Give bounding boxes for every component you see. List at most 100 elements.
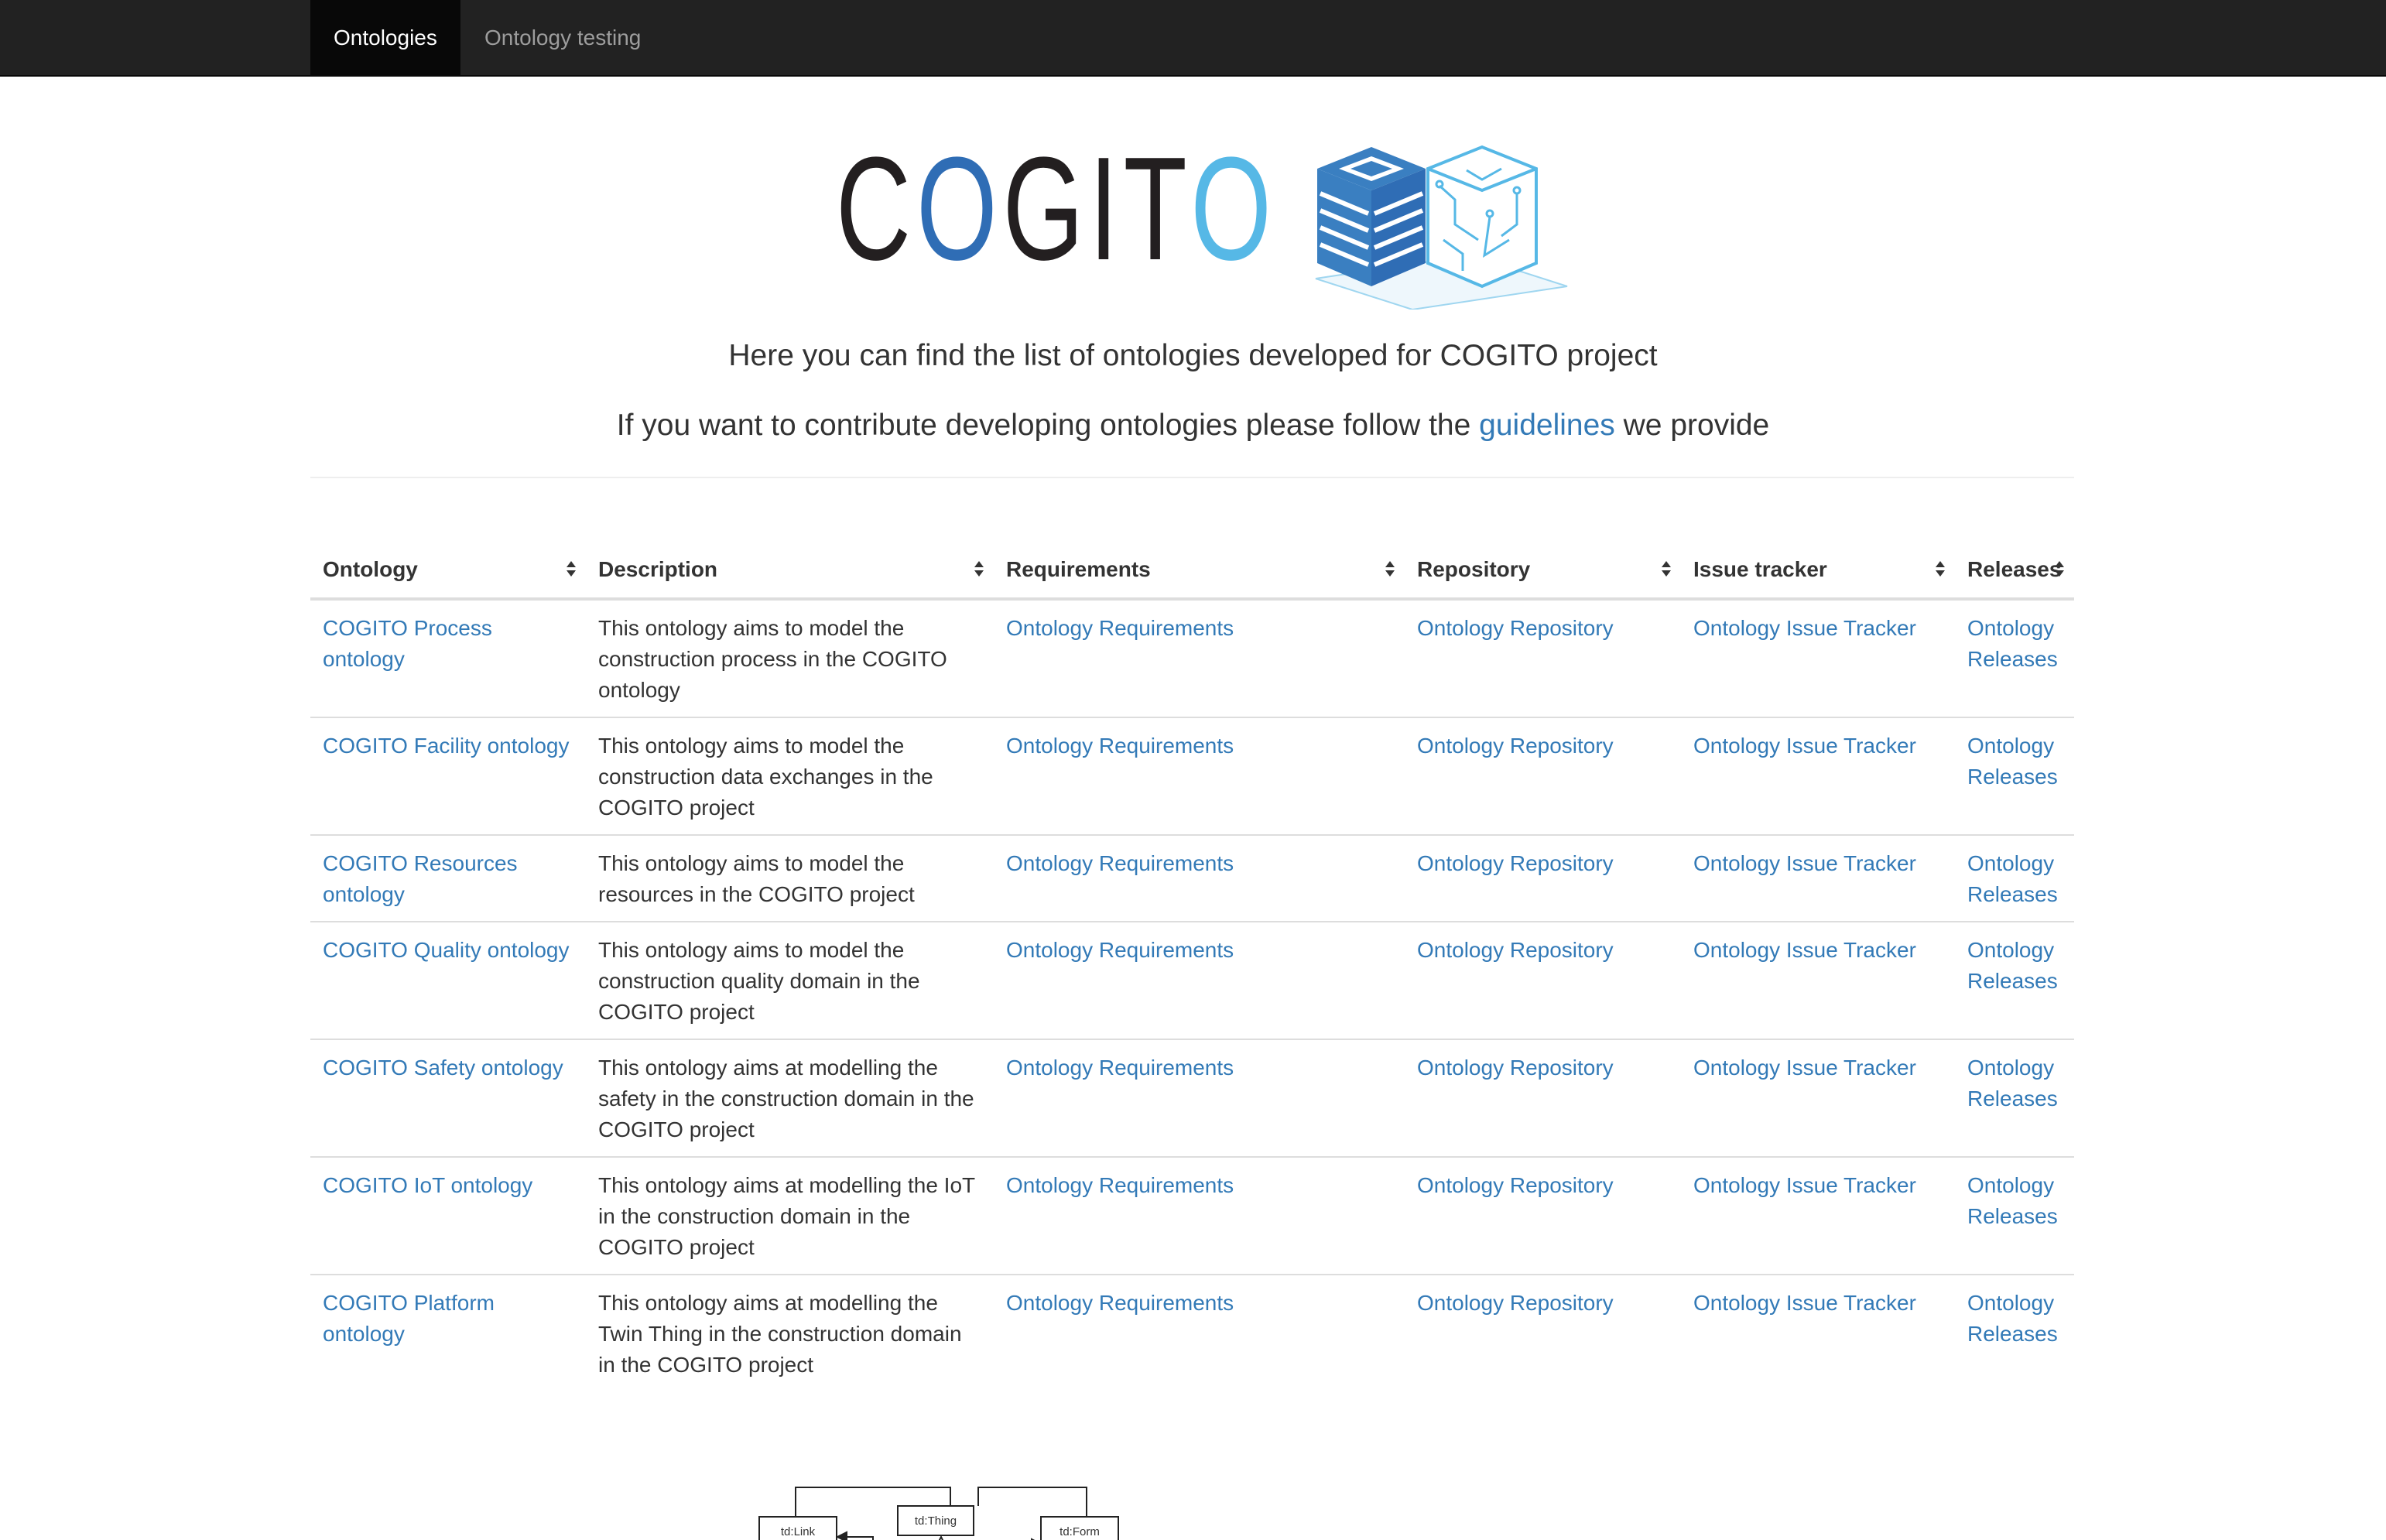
issues-link[interactable]: Ontology Issue Tracker bbox=[1693, 851, 1916, 875]
cell-issues: Ontology Issue Tracker bbox=[1681, 1156, 1955, 1275]
ontology-diagram: td:Link td:Thing td:Form bbox=[758, 1487, 1119, 1540]
requirements-link[interactable]: Ontology Requirements bbox=[1006, 938, 1234, 962]
column-header-ontology[interactable]: Ontology bbox=[310, 542, 586, 601]
nav-tab-ontologies[interactable]: Ontologies bbox=[310, 0, 460, 75]
cell-ontology: COGITO Quality ontology bbox=[310, 921, 586, 1039]
column-header-label: Requirements bbox=[1006, 557, 1151, 581]
nav-tab-ontology-testing[interactable]: Ontology testing bbox=[461, 0, 664, 75]
sort-icon[interactable] bbox=[1661, 559, 1672, 579]
svg-text:COGITO: COGITO bbox=[836, 139, 1277, 291]
table-row: COGITO Safety ontology This ontology aims… bbox=[310, 1039, 2074, 1157]
cell-requirements: Ontology Requirements bbox=[994, 717, 1405, 835]
ontology-link[interactable]: COGITO Platform ontology bbox=[323, 1291, 495, 1346]
cell-releases: Ontology Releases bbox=[1955, 599, 2074, 717]
cell-description: This ontology aims to model the construc… bbox=[586, 717, 994, 835]
column-header-issue-tracker[interactable]: Issue tracker bbox=[1681, 542, 1955, 601]
cell-requirements: Ontology Requirements bbox=[994, 599, 1405, 717]
ontology-link[interactable]: COGITO Quality ontology bbox=[323, 938, 570, 962]
repository-link[interactable]: Ontology Repository bbox=[1417, 734, 1614, 758]
issues-link[interactable]: Ontology Issue Tracker bbox=[1693, 1291, 1916, 1315]
table-row: COGITO Process ontology This ontology aim… bbox=[310, 599, 2074, 717]
cell-requirements: Ontology Requirements bbox=[994, 1039, 1405, 1157]
building-cube-icon bbox=[1315, 145, 1568, 310]
sort-icon[interactable] bbox=[974, 559, 984, 579]
cell-requirements: Ontology Requirements bbox=[994, 834, 1405, 922]
ontology-link[interactable]: COGITO Resources ontology bbox=[323, 851, 518, 906]
column-header-description[interactable]: Description bbox=[586, 542, 994, 601]
diagram-node-link: td:Link bbox=[781, 1525, 816, 1538]
intro-text-end: we provide bbox=[1614, 409, 1770, 442]
cell-repository: Ontology Repository bbox=[1405, 1039, 1681, 1157]
requirements-link[interactable]: Ontology Requirements bbox=[1006, 1173, 1234, 1197]
issues-link[interactable]: Ontology Issue Tracker bbox=[1693, 938, 1916, 962]
requirements-link[interactable]: Ontology Requirements bbox=[1006, 1291, 1234, 1315]
cell-description: This ontology aims at modelling the IoT … bbox=[586, 1156, 994, 1275]
ontology-link[interactable]: COGITO Process ontology bbox=[323, 616, 492, 671]
cell-ontology: COGITO Process ontology bbox=[310, 599, 586, 717]
issues-link[interactable]: Ontology Issue Tracker bbox=[1693, 734, 1916, 758]
cell-releases: Ontology Releases bbox=[1955, 834, 2074, 922]
requirements-link[interactable]: Ontology Requirements bbox=[1006, 1056, 1234, 1080]
guidelines-link[interactable]: guidelines bbox=[1479, 409, 1615, 442]
requirements-link[interactable]: Ontology Requirements bbox=[1006, 734, 1234, 758]
column-header-label: Releases bbox=[1967, 557, 2062, 581]
repository-link[interactable]: Ontology Repository bbox=[1417, 851, 1614, 875]
diagram-node-form: td:Form bbox=[1059, 1525, 1100, 1538]
issues-link[interactable]: Ontology Issue Tracker bbox=[1693, 1056, 1916, 1080]
releases-link[interactable]: Ontology Releases bbox=[1967, 1056, 2058, 1111]
repository-link[interactable]: Ontology Repository bbox=[1417, 1173, 1614, 1197]
cell-requirements: Ontology Requirements bbox=[994, 921, 1405, 1039]
ontologies-table: Ontology Description Requirements Repositor… bbox=[310, 542, 2074, 1391]
cell-ontology: COGITO Safety ontology bbox=[310, 1039, 586, 1157]
releases-link[interactable]: Ontology Releases bbox=[1967, 938, 2058, 993]
sort-icon[interactable] bbox=[1935, 559, 1946, 579]
ontology-link[interactable]: COGITO Facility ontology bbox=[323, 734, 569, 758]
sort-icon[interactable] bbox=[1385, 559, 1395, 579]
column-header-releases[interactable]: Releases bbox=[1955, 542, 2074, 601]
cell-releases: Ontology Releases bbox=[1955, 1274, 2074, 1391]
cell-ontology: COGITO Facility ontology bbox=[310, 717, 586, 835]
ontology-link[interactable]: COGITO Safety ontology bbox=[323, 1056, 563, 1080]
intro-line-1: Here you can find the list of ontologies… bbox=[728, 339, 1658, 372]
divider bbox=[310, 477, 2074, 478]
sort-icon[interactable] bbox=[2054, 559, 2065, 579]
issues-link[interactable]: Ontology Issue Tracker bbox=[1693, 1173, 1916, 1197]
top-navbar: Ontologies Ontology testing bbox=[0, 0, 2386, 77]
cell-repository: Ontology Repository bbox=[1405, 921, 1681, 1039]
releases-link[interactable]: Ontology Releases bbox=[1967, 734, 2058, 789]
cell-issues: Ontology Issue Tracker bbox=[1681, 1039, 1955, 1157]
cell-description: This ontology aims at modelling the safe… bbox=[586, 1039, 994, 1157]
repository-link[interactable]: Ontology Repository bbox=[1417, 1291, 1614, 1315]
repository-link[interactable]: Ontology Repository bbox=[1417, 938, 1614, 962]
cell-releases: Ontology Releases bbox=[1955, 921, 2074, 1039]
column-header-requirements[interactable]: Requirements bbox=[994, 542, 1405, 601]
intro-text: If you want to contribute developing ont… bbox=[616, 409, 1480, 442]
repository-link[interactable]: Ontology Repository bbox=[1417, 616, 1614, 640]
releases-link[interactable]: Ontology Releases bbox=[1967, 851, 2058, 906]
cogito-logo: COGITO bbox=[836, 139, 1568, 310]
releases-link[interactable]: Ontology Releases bbox=[1967, 616, 2058, 671]
cell-ontology: COGITO Platform ontology bbox=[310, 1274, 586, 1391]
cell-ontology: COGITO IoT ontology bbox=[310, 1156, 586, 1275]
table-row: COGITO Resources ontology This ontology a… bbox=[310, 834, 2074, 922]
cell-issues: Ontology Issue Tracker bbox=[1681, 834, 1955, 922]
cell-repository: Ontology Repository bbox=[1405, 599, 1681, 717]
issues-link[interactable]: Ontology Issue Tracker bbox=[1693, 616, 1916, 640]
releases-link[interactable]: Ontology Releases bbox=[1967, 1173, 2058, 1228]
ontology-link[interactable]: COGITO IoT ontology bbox=[323, 1173, 532, 1197]
cell-repository: Ontology Repository bbox=[1405, 834, 1681, 922]
table-row: COGITO Facility ontology This ontology ai… bbox=[310, 717, 2074, 835]
cell-repository: Ontology Repository bbox=[1405, 717, 1681, 835]
column-header-repository[interactable]: Repository bbox=[1405, 542, 1681, 601]
requirements-link[interactable]: Ontology Requirements bbox=[1006, 851, 1234, 875]
repository-link[interactable]: Ontology Repository bbox=[1417, 1056, 1614, 1080]
cell-issues: Ontology Issue Tracker bbox=[1681, 921, 1955, 1039]
releases-link[interactable]: Ontology Releases bbox=[1967, 1291, 2058, 1346]
column-header-label: Ontology bbox=[323, 557, 418, 581]
diagram-node-thing: td:Thing bbox=[915, 1514, 957, 1528]
cell-description: This ontology aims to model the construc… bbox=[586, 921, 994, 1039]
cell-issues: Ontology Issue Tracker bbox=[1681, 1274, 1955, 1391]
cell-releases: Ontology Releases bbox=[1955, 1039, 2074, 1157]
requirements-link[interactable]: Ontology Requirements bbox=[1006, 616, 1234, 640]
sort-icon[interactable] bbox=[566, 559, 577, 579]
